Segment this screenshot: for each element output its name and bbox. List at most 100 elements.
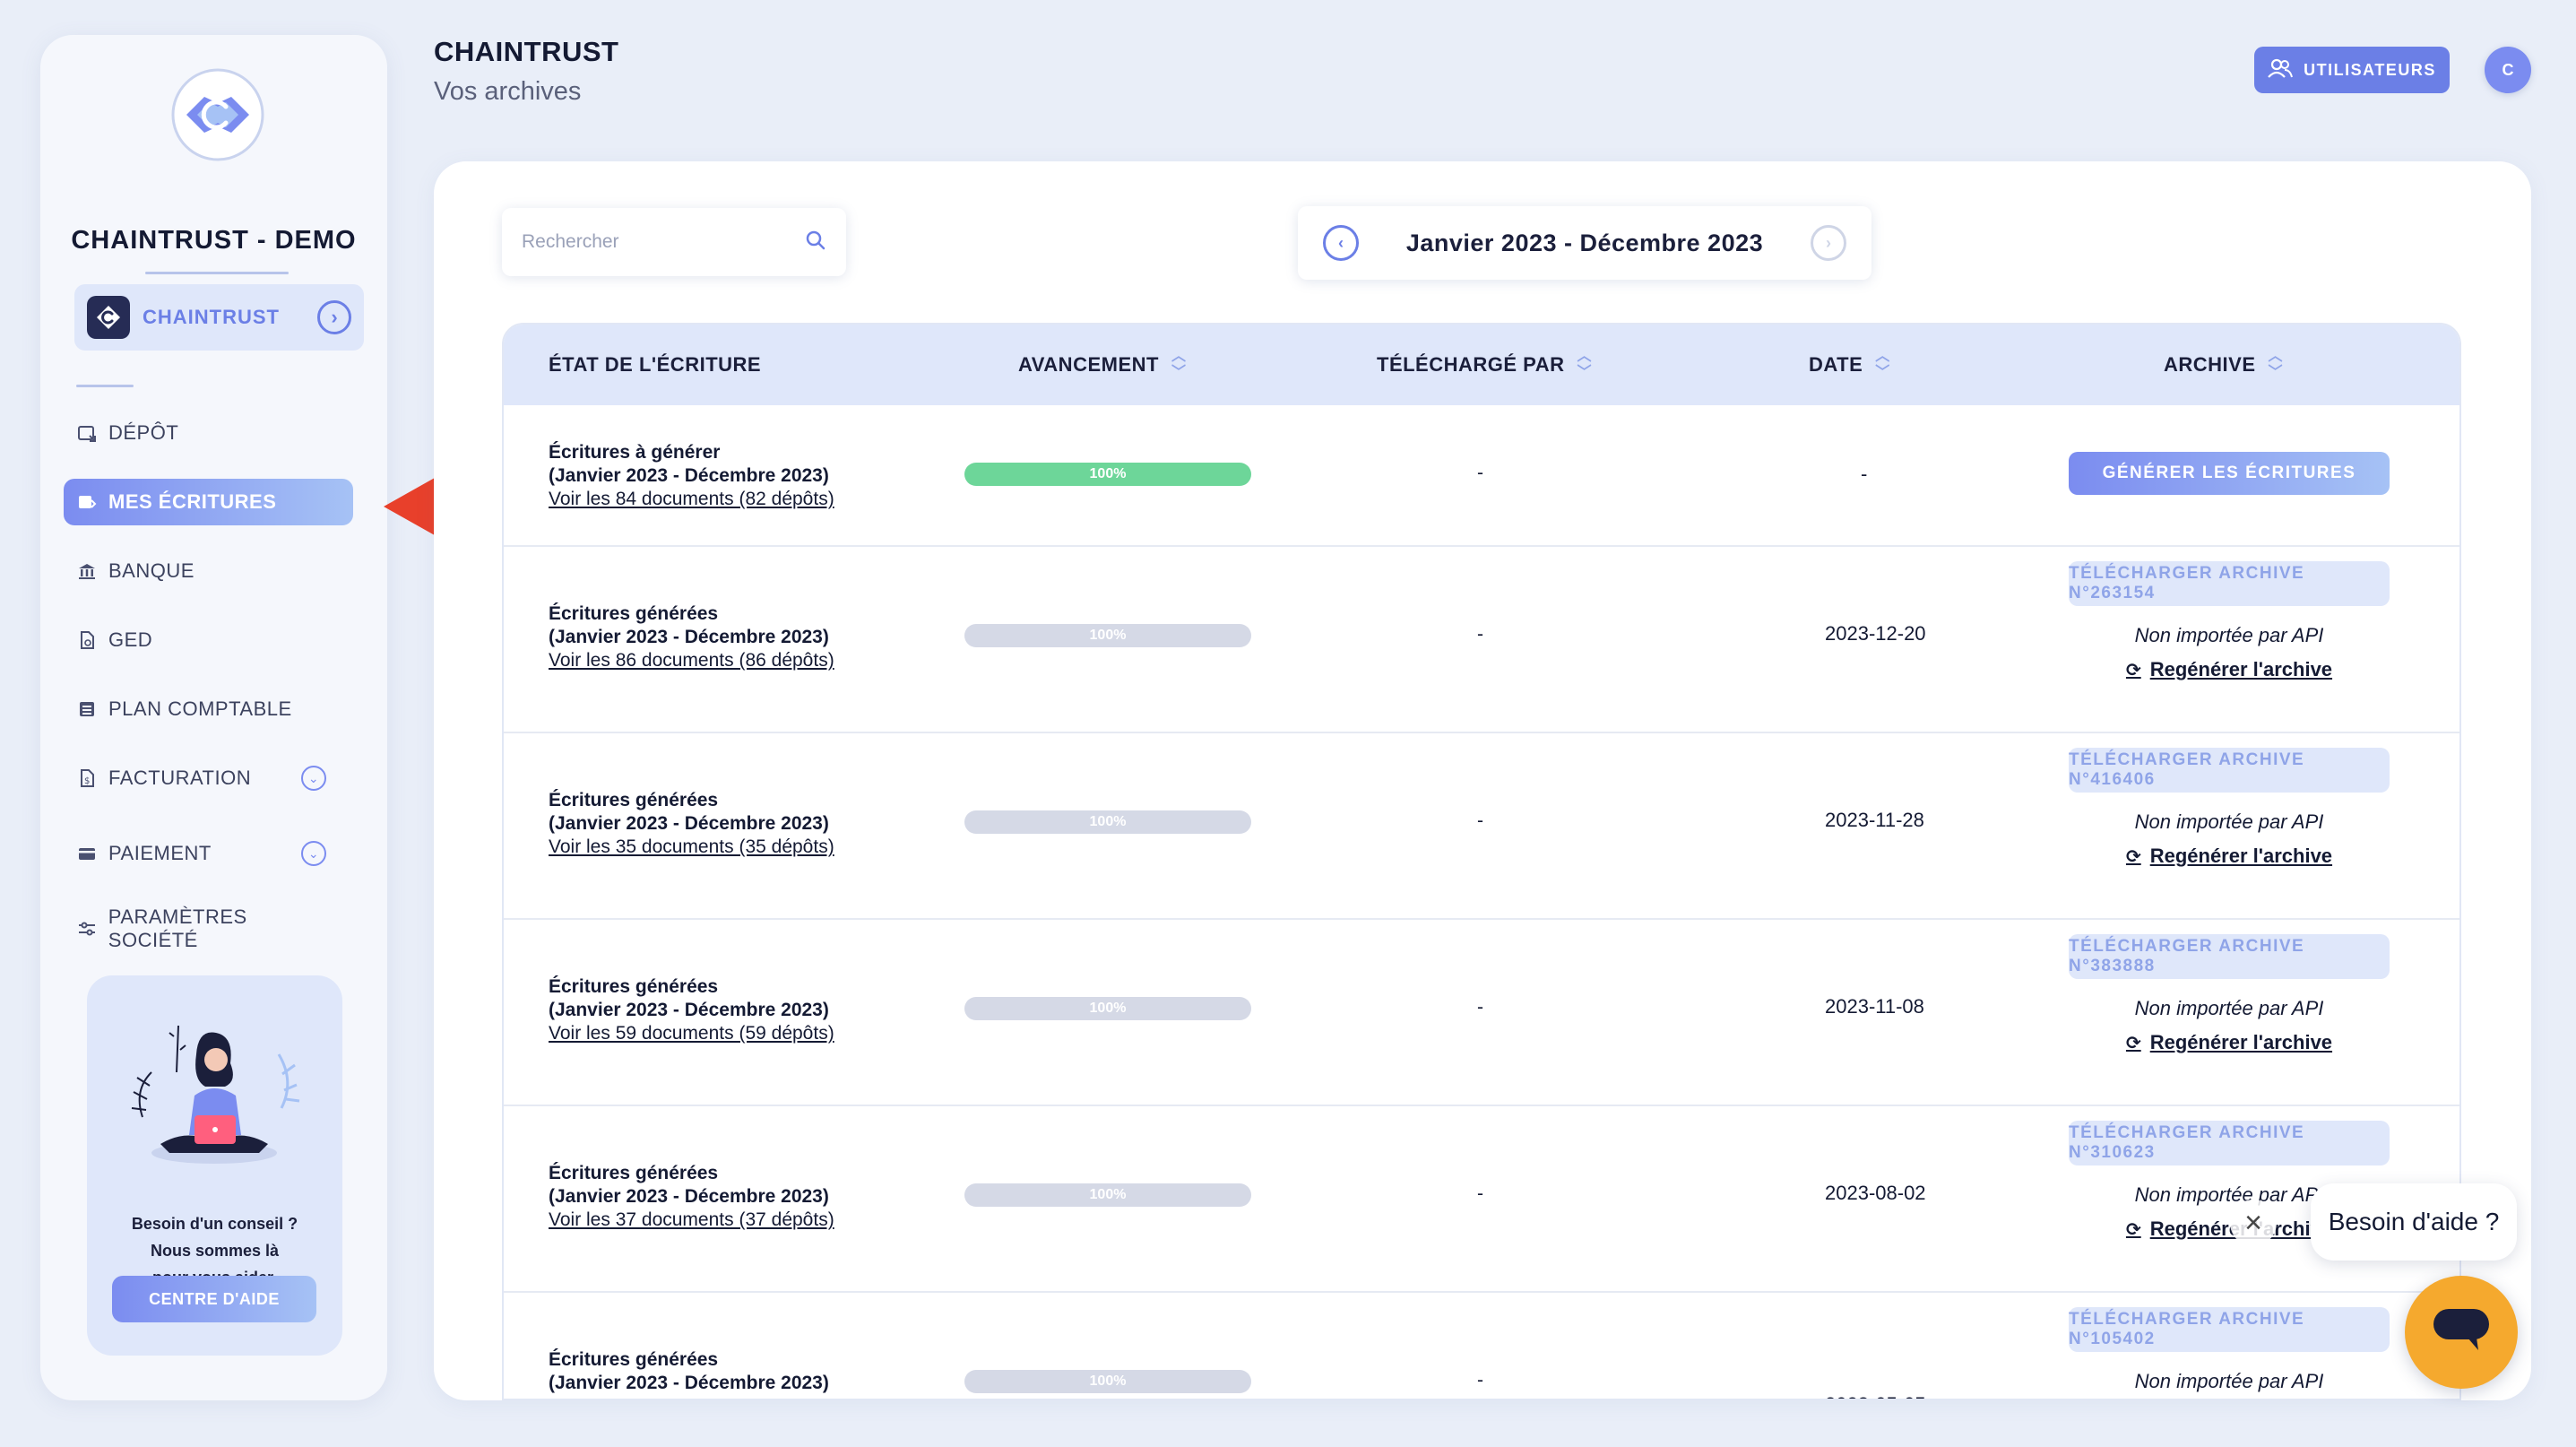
column-title: ARCHIVE [2164,353,2256,376]
entry-date: 2023-11-08 [1825,995,1924,1018]
view-documents-link[interactable]: Voir les 35 documents (35 dépôts) [549,836,834,859]
entry-state-title: Écritures générées [549,1163,719,1183]
regenerate-archive-link[interactable]: ⟳ Regénérer l'archive [2069,845,2390,868]
avatar[interactable]: C [2485,47,2531,93]
sidebar-item-label: GED [108,628,153,651]
view-documents-link[interactable]: Voir les 86 documents (86 dépôts) [549,649,834,672]
chevron-right-icon[interactable]: › [317,300,351,334]
regenerate-archive-link[interactable]: ⟳ Regénérer l'archive [2069,1031,2390,1054]
entry-state-title: Écritures générées [549,790,719,810]
settings-sliders-icon [76,918,98,940]
chevron-down-icon[interactable]: ⌄ [301,766,326,791]
entry-period: (Janvier 2023 - Décembre 2023) [549,1373,829,1393]
entries-icon [76,491,98,513]
sidebar: CHAINTRUST - DEMO CHAINTRUST › DÉPÔT MES… [40,35,387,1400]
help-text-line: Nous sommes là [150,1242,280,1260]
table-row: Écritures générées (Janvier 2023 - Décemb… [504,1106,2459,1293]
uploaded-by: - [1477,1183,1483,1204]
period-selector: ‹ Janvier 2023 - Décembre 2023 › [1298,206,1871,280]
regenerate-archive-link[interactable]: ⟳ Regénérer l'archive [2069,658,2390,681]
page-title: CHAINTRUST [434,36,619,67]
progress-bar: 100% [964,810,1251,834]
uploaded-by: - [1477,624,1483,645]
sort-icon[interactable]: ︿ ﹀ [1578,349,1593,381]
uploaded-by: - [1477,463,1483,483]
column-header-uploaded-by[interactable]: TÉLÉCHARGÉ PAR ︿ ﹀ [1377,325,1592,405]
previous-period-button[interactable]: ‹ [1323,225,1359,261]
entry-state: Écritures générées (Janvier 2023 - Décemb… [549,975,834,1045]
progress-bar: 100% [964,463,1251,486]
api-import-status: Non importée par API [2134,810,2324,833]
progress-label: 100% [1089,628,1127,643]
brand-divider [145,272,289,274]
company-name: CHAINTRUST [143,306,280,328]
archives-table: ÉTAT DE L'ÉCRITURE AVANCEMENT ︿ ﹀ TÉLÉCHA… [502,323,2461,1400]
sidebar-item-banque[interactable]: BANQUE [64,548,353,594]
chat-launcher-button[interactable] [2405,1276,2518,1389]
sidebar-item-depot[interactable]: DÉPÔT [64,410,353,456]
progress-label: 100% [1089,814,1127,829]
entry-date: 2023-05-05 [1825,1393,1926,1399]
chevron-down-icon[interactable]: ⌄ [301,841,326,866]
view-documents-link[interactable]: Voir les 84 documents (82 dépôts) [549,488,834,511]
next-period-button[interactable]: › [1810,225,1846,261]
users-button[interactable]: UTILISATEURS [2254,47,2450,93]
sort-icon[interactable]: ︿ ﹀ [1875,349,1890,381]
column-header-state: ÉTAT DE L'ÉCRITURE [549,325,761,405]
sidebar-item-label: PARAMÈTRES SOCIÉTÉ [108,905,247,951]
page-subtitle: Vos archives [434,77,582,106]
entry-period: (Janvier 2023 - Décembre 2023) [549,627,829,647]
download-archive-button[interactable]: TÉLÉCHARGER ARCHIVE N°383888 [2069,934,2390,979]
download-archive-button[interactable]: TÉLÉCHARGER ARCHIVE N°263154 [2069,561,2390,606]
entry-state: Écritures générées (Janvier 2023 - Décemb… [549,789,834,859]
sidebar-item-ged[interactable]: GED [64,617,353,663]
help-card: Besoin d'un conseil ? Nous sommes là pou… [87,975,342,1356]
column-header-date[interactable]: DATE ︿ ﹀ [1809,325,1890,405]
download-archive-button[interactable]: TÉLÉCHARGER ARCHIVE N°310623 [2069,1121,2390,1165]
company-logo-icon [87,296,130,339]
progress-bar: 100% [964,1370,1251,1393]
search-box[interactable] [502,208,846,276]
search-input[interactable] [522,231,805,253]
sort-icon[interactable]: ︿ ﹀ [2269,349,2284,381]
table-row: Écritures générées (Janvier 2023 - Décemb… [504,920,2459,1106]
sidebar-item-paiement[interactable]: PAIEMENT ⌄ [64,830,353,877]
download-archive-button[interactable]: TÉLÉCHARGER ARCHIVE N°416406 [2069,748,2390,793]
document-icon [76,629,98,651]
archives-panel: ‹ Janvier 2023 - Décembre 2023 › ÉTAT DE… [434,161,2531,1400]
uploaded-by: - [1477,810,1483,831]
sidebar-item-plan-comptable[interactable]: PLAN COMPTABLE [64,686,353,732]
entry-state: Écritures générées (Janvier 2023 - Décemb… [549,602,834,672]
view-documents-link[interactable]: Voir les 37 documents (37 dépôts) [549,1209,834,1232]
close-icon[interactable]: × [2230,1200,2277,1246]
column-header-progress[interactable]: AVANCEMENT ︿ ﹀ [1018,325,1186,405]
column-title: ÉTAT DE L'ÉCRITURE [549,353,762,376]
view-documents-link[interactable]: Voir les 59 documents (59 dépôts) [549,1022,834,1045]
api-import-status: Non importée par API [2134,997,2324,1019]
column-header-archive[interactable]: ARCHIVE ︿ ﹀ [2164,325,2283,405]
refresh-icon: ⟳ [2125,1033,2141,1053]
search-icon[interactable] [805,230,826,256]
sort-icon[interactable]: ︿ ﹀ [1171,349,1187,381]
workspace-name: CHAINTRUST - DEMO [71,226,357,255]
users-button-label: UTILISATEURS [2304,60,2436,79]
help-center-button[interactable]: CENTRE D'AIDE [112,1276,316,1322]
sidebar-item-label: FACTURATION [108,767,252,789]
progress-bar: 100% [964,997,1251,1020]
table-row: Écritures à générer (Janvier 2023 - Décem… [504,405,2459,547]
entry-period: (Janvier 2023 - Décembre 2023) [549,1186,829,1207]
column-title: AVANCEMENT [1018,353,1159,376]
uploaded-by: - [1477,1370,1483,1391]
entry-date: 2023-12-20 [1825,622,1926,645]
sidebar-item-facturation[interactable]: $ FACTURATION ⌄ [64,755,353,801]
column-title: DATE [1809,353,1863,376]
uploaded-by: - [1477,997,1483,1018]
sidebar-item-parametres-societe[interactable]: PARAMÈTRES SOCIÉTÉ [64,905,353,952]
sidebar-item-mes-ecritures[interactable]: MES ÉCRITURES [64,479,353,525]
invoice-icon: $ [76,767,98,789]
company-switcher[interactable]: CHAINTRUST › [74,284,364,351]
download-archive-button[interactable]: TÉLÉCHARGER ARCHIVE N°105402 [2069,1307,2390,1352]
chat-prompt-bubble[interactable]: Besoin d'aide ? [2311,1183,2517,1261]
generate-entries-button[interactable]: GÉNÉRER LES ÉCRITURES [2069,452,2390,495]
sidebar-item-label: MES ÉCRITURES [108,490,277,513]
